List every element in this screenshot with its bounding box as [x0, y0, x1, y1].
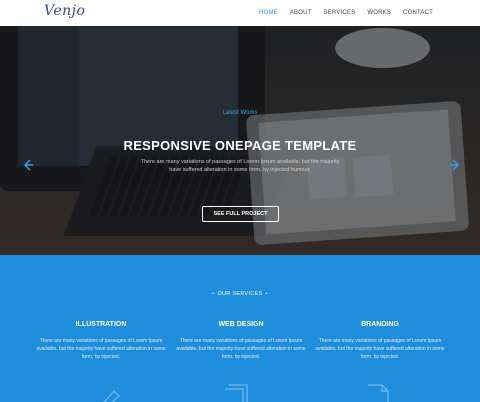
service-illustration: ILLUSTRATION There are many variations o… [36, 321, 166, 361]
service-branding: BRANDING There are many variations of pa… [315, 321, 445, 361]
service-text: There are many variations of passages of… [315, 338, 445, 360]
hero-slider: Latest Works RESPONSIVE ONEPAGE TEMPLATE… [0, 26, 480, 255]
hero-text: There are many variations of passages of… [140, 159, 340, 173]
main-menu: HOME ABOUT SERVICES WORKS CONTACT [253, 0, 439, 26]
service-title: BRANDING [361, 321, 399, 328]
arrow-left-icon[interactable] [22, 159, 34, 173]
service-title: ILLUSTRATION [75, 321, 127, 328]
service-text: There are many variations of passages of… [176, 338, 306, 360]
pencil-icon [103, 389, 121, 402]
service-text: There are many variations of passages of… [36, 338, 166, 360]
services-heading: • OUR SERVICES • [0, 291, 480, 297]
menu-item-home[interactable]: HOME [253, 10, 284, 16]
document-icon [368, 384, 389, 402]
hero-title: RESPONSIVE ONEPAGE TEMPLATE [123, 138, 357, 153]
menu-item-works[interactable]: WORKS [361, 10, 397, 16]
menu-item-contact[interactable]: CONTACT [397, 10, 439, 16]
menu-item-about[interactable]: ABOUT [284, 10, 318, 16]
logo[interactable]: Venjo [44, 3, 85, 19]
menu-item-services[interactable]: SERVICES [318, 10, 362, 16]
service-title: WEB DESIGN [218, 321, 264, 328]
arrow-right-icon[interactable] [449, 159, 461, 173]
dot-icon: • [265, 291, 268, 297]
layers-icon [225, 384, 248, 402]
see-full-project-button[interactable]: SEE FULL PROJECT [202, 206, 279, 222]
top-navbar: Venjo HOME ABOUT SERVICES WORKS CONTACT [0, 0, 480, 26]
hero-subtitle: Latest Works [222, 110, 258, 116]
service-web-design: WEB DESIGN There are many variations of … [176, 321, 306, 361]
